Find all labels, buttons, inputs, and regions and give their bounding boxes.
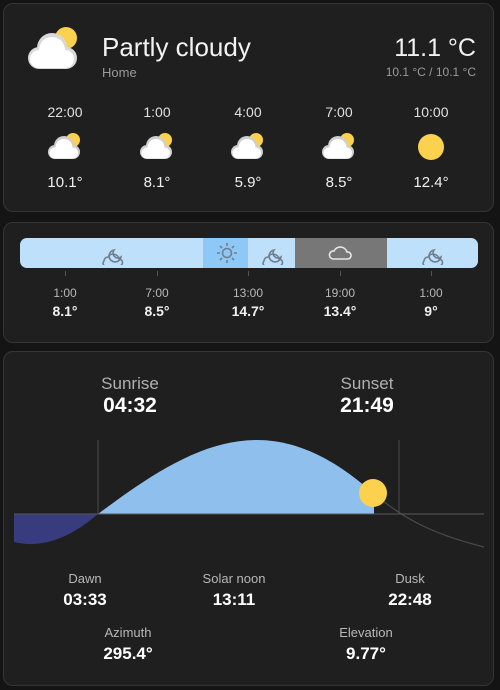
location-label: Home <box>102 65 137 80</box>
timeline-time: 7:00 <box>145 286 169 300</box>
solar-noon-label: Solar noon <box>202 571 266 586</box>
sun-position-marker <box>359 479 387 507</box>
solar-noon-time: 13:11 <box>212 590 256 609</box>
forecast-temp: 10.1° <box>47 174 83 191</box>
forecast-time: 7:00 <box>325 104 353 120</box>
sunset-label: Sunset <box>340 374 394 393</box>
partly-cloudy-night-icon <box>98 241 126 267</box>
night-area <box>14 514 98 545</box>
elevation-label: Elevation <box>339 625 393 640</box>
forecast-item[interactable]: 4:00 5.9° <box>213 104 283 191</box>
partly-cloudy-icon <box>137 128 177 164</box>
timeline-time: 19:00 <box>324 286 356 300</box>
timeline-time: 1:00 <box>53 286 77 300</box>
forecast-item[interactable]: 10:00 12.4° <box>396 104 466 191</box>
timeline-time: 13:00 <box>232 286 264 300</box>
partly-cloudy-icon <box>228 128 268 164</box>
temperature-range: 10.1 °C / 10.1 °C <box>385 65 476 79</box>
sun-path-line <box>373 493 485 548</box>
day-area <box>98 440 374 514</box>
forecast-temp: 5.9° <box>234 174 262 191</box>
cloud-icon <box>327 241 355 265</box>
forecast-time: 1:00 <box>143 104 171 120</box>
forecast-temp: 8.1° <box>143 174 171 191</box>
sunrise-label: Sunrise <box>101 374 159 393</box>
partly-cloudy-night-icon <box>418 241 446 267</box>
condition-timeline-bar <box>20 238 478 268</box>
dawn-label: Dawn <box>68 571 102 586</box>
timeline-tick <box>65 271 66 276</box>
sun-icon <box>411 128 451 164</box>
timeline-tick <box>248 271 249 276</box>
forecast-time: 10:00 <box>413 104 449 120</box>
dawn-time: 03:33 <box>63 590 107 609</box>
forecast-item[interactable]: 22:00 10.1° <box>30 104 100 191</box>
timeline-time: 1:00 <box>419 286 443 300</box>
current-temperature: 11.1 °C <box>394 34 476 62</box>
timeline-card[interactable]: 1:00 8.1° 7:00 8.5° 13:00 14.7° 19:00 13… <box>3 222 494 343</box>
timeline-temp: 14.7° <box>231 303 265 319</box>
condition-title: Partly cloudy <box>102 32 251 62</box>
sunrise-time: 04:32 <box>103 394 157 417</box>
azimuth-value: 295.4° <box>103 644 153 663</box>
sunset-time: 21:49 <box>340 394 394 417</box>
partly-cloudy-icon <box>24 24 84 72</box>
forecast-card[interactable]: Partly cloudy Home 11.1 °C 10.1 °C / 10.… <box>3 3 494 212</box>
timeline-temp: 8.5° <box>144 303 170 319</box>
timeline-temp: 13.4° <box>323 303 357 319</box>
forecast-time: 4:00 <box>234 104 262 120</box>
sun-icon <box>213 241 241 265</box>
dusk-label: Dusk <box>395 571 425 586</box>
sun-card[interactable]: Sunrise 04:32 Sunset 21:49 Dawn 03:33 So… <box>3 351 494 686</box>
partly-cloudy-icon <box>45 128 85 164</box>
elevation-value: 9.77° <box>346 644 386 663</box>
forecast-item[interactable]: 1:00 8.1° <box>122 104 192 191</box>
timeline-tick <box>340 271 341 276</box>
forecast-temp: 8.5° <box>325 174 353 191</box>
azimuth-label: Azimuth <box>104 625 152 640</box>
timeline-temp: 9° <box>424 303 438 319</box>
timeline-tick <box>431 271 432 276</box>
partly-cloudy-icon <box>319 128 359 164</box>
timeline-temp: 8.1° <box>52 303 78 319</box>
forecast-time: 22:00 <box>47 104 83 120</box>
dusk-time: 22:48 <box>388 590 432 609</box>
partly-cloudy-icon <box>258 241 286 267</box>
forecast-item[interactable]: 7:00 8.5° <box>304 104 374 191</box>
timeline-tick <box>157 271 158 276</box>
forecast-temp: 12.4° <box>413 174 449 191</box>
sun-elevation-graph <box>14 440 485 548</box>
